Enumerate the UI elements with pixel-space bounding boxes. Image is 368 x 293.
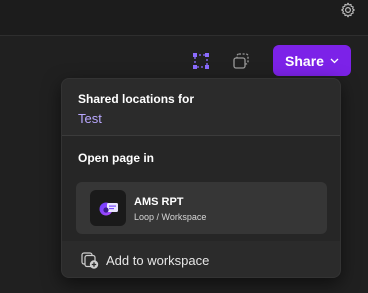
add-to-workspace-button[interactable]: Add to workspace	[62, 246, 340, 274]
page-card-ams-rpt[interactable]: AMS RPT Loop / Workspace	[76, 182, 327, 234]
loop-app-icon	[90, 190, 126, 226]
chevron-down-icon	[330, 58, 339, 63]
share-button-label: Share	[285, 52, 324, 69]
add-to-workspace-icon	[81, 252, 99, 269]
shared-locations-popover: Shared locations for Test Open page in A…	[61, 78, 341, 278]
copy-frame-icon[interactable]	[230, 50, 252, 72]
location-link[interactable]: Test	[78, 111, 328, 126]
share-button[interactable]: Share	[273, 45, 351, 76]
open-page-label: Open page in	[78, 151, 155, 165]
open-page-section: Open page in AMS RPT Loop / Workspace	[62, 136, 340, 241]
popover-header: Shared locations for Test	[78, 92, 328, 126]
top-bar	[0, 0, 368, 36]
gear-icon[interactable]	[338, 0, 358, 20]
popover-title: Shared locations for	[78, 92, 195, 106]
page-card-title: AMS RPT	[134, 196, 184, 208]
add-to-workspace-label: Add to workspace	[106, 252, 210, 268]
app-window: Share Shared locations for Test Open pag…	[0, 0, 368, 293]
page-card-subtitle: Loop / Workspace	[134, 212, 207, 222]
selection-handles-icon[interactable]	[190, 50, 212, 72]
